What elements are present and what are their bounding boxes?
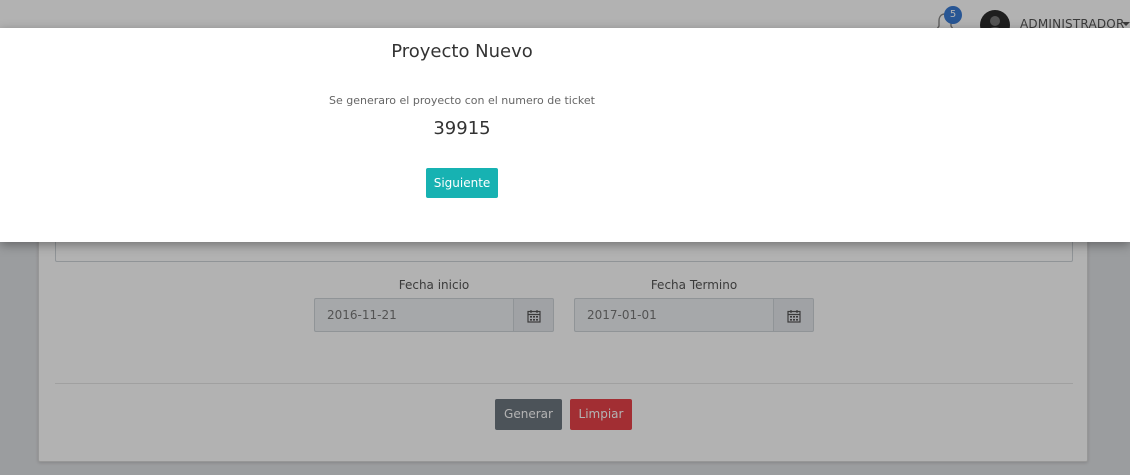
next-button[interactable]: Siguiente [426,168,498,198]
modal-title: Proyecto Nuevo [391,41,533,62]
modal-message: Se generaro el proyecto con el numero de… [329,94,595,107]
new-project-modal: Proyecto Nuevo Se generaro el proyecto c… [0,28,1130,242]
ticket-number: 39915 [433,118,491,139]
